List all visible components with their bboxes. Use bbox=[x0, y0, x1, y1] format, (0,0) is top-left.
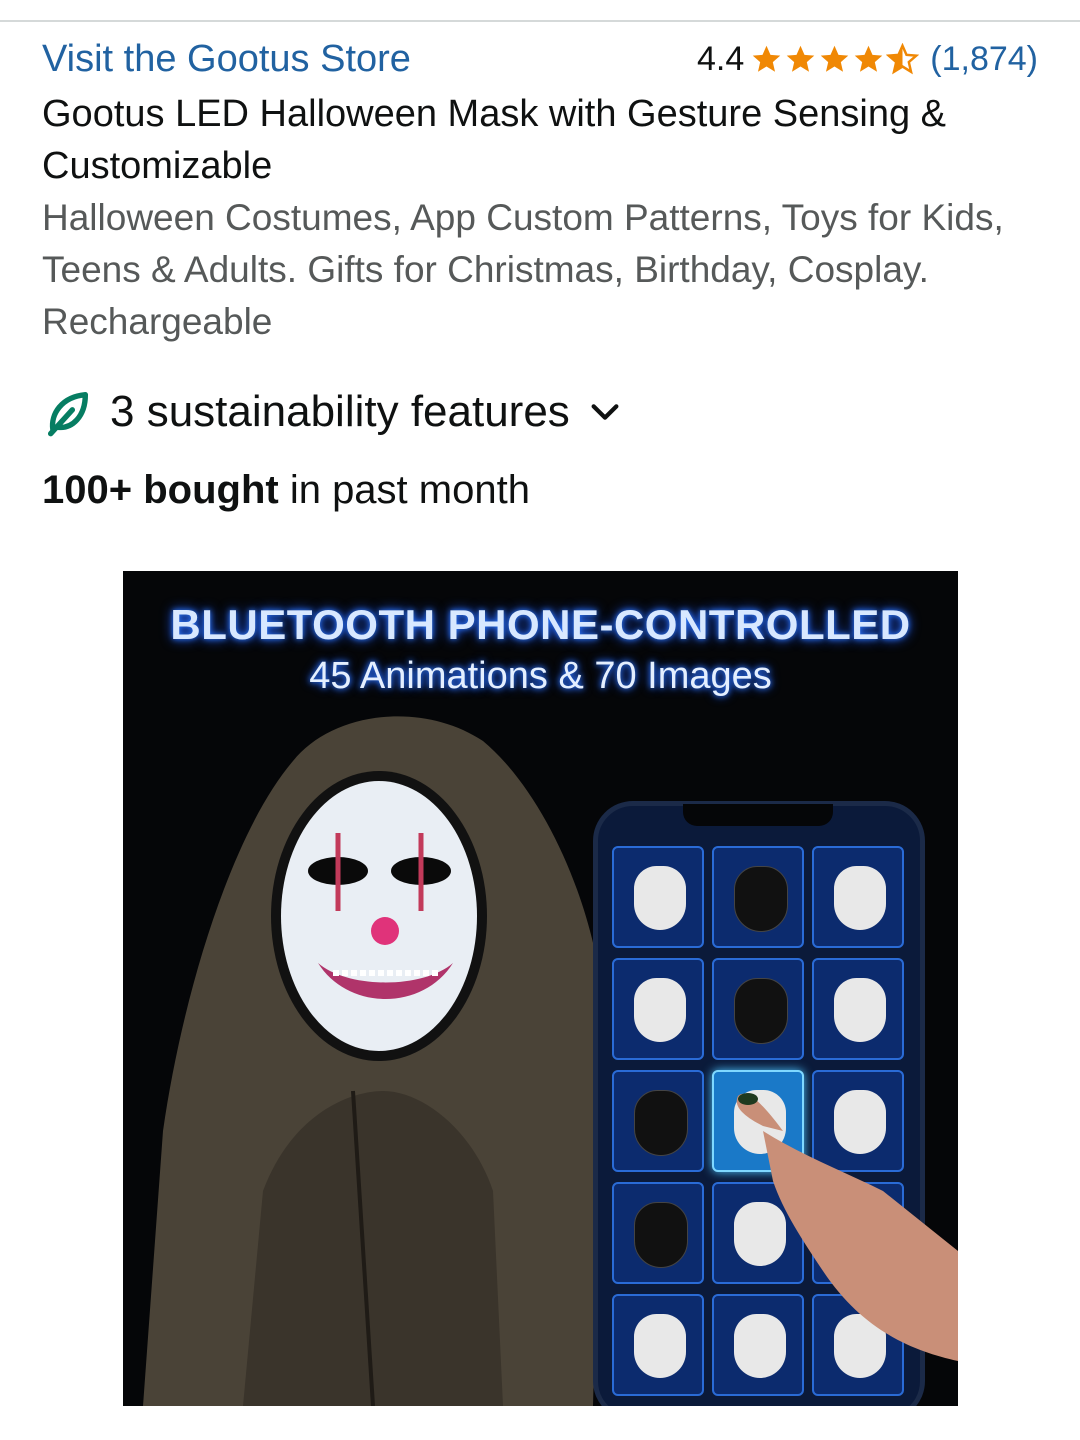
bought-in-past-month: 100+ bought in past month bbox=[42, 468, 530, 513]
star-half-icon bbox=[886, 42, 920, 74]
pointing-hand-illustration bbox=[736, 1093, 958, 1361]
rating-value: 4.4 bbox=[697, 39, 745, 78]
sustainability-label: 3 sustainability features bbox=[110, 387, 570, 436]
star-rating bbox=[750, 42, 920, 76]
star-full-icon bbox=[753, 45, 781, 72]
leaf-icon bbox=[47, 391, 89, 437]
product-subtitle: Halloween Costumes, App Custom Patterns,… bbox=[42, 197, 1004, 342]
star-full-icon bbox=[821, 45, 849, 72]
rating-count-link[interactable]: (1,874) bbox=[930, 40, 1038, 79]
sustainability-toggle[interactable]: 3 sustainability features bbox=[42, 382, 622, 442]
star-full-icon bbox=[787, 45, 815, 72]
star-full-icon bbox=[855, 45, 883, 72]
bought-suffix: in past month bbox=[278, 468, 530, 512]
bought-count: 100+ bought bbox=[42, 468, 279, 512]
visit-store-link[interactable]: Visit the Gootus Store bbox=[42, 38, 411, 81]
top-divider bbox=[0, 20, 1080, 22]
product-title: Gootus LED Halloween Mask with Gesture S… bbox=[42, 93, 946, 187]
product-image[interactable]: BLUETOOTH PHONE-CONTROLLED 45 Animations… bbox=[123, 571, 958, 1406]
rating-summary[interactable]: 4.4 (1,874) bbox=[697, 36, 1038, 82]
chevron-down-icon bbox=[591, 404, 619, 420]
